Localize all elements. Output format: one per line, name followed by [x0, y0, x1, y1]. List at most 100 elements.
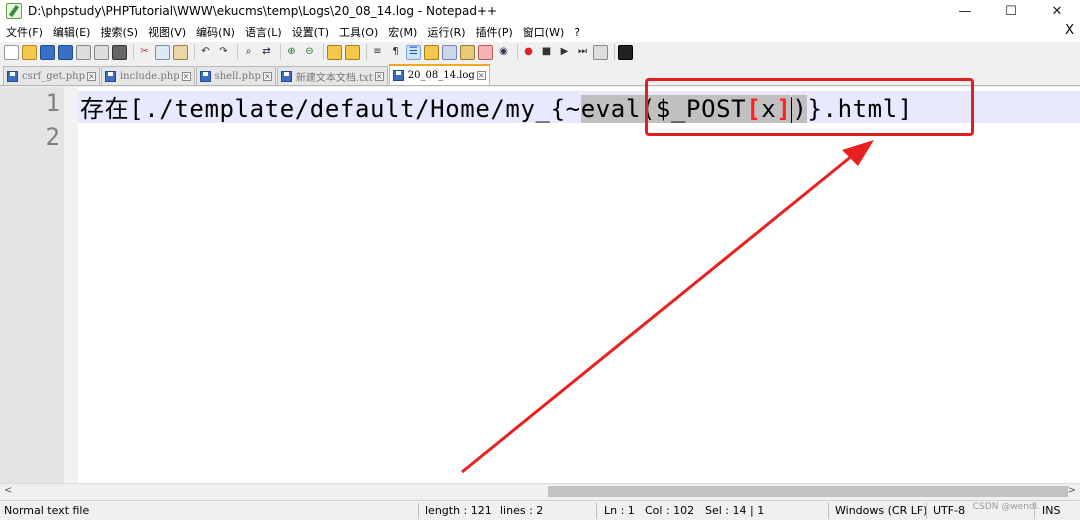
tab-shell[interactable]: shell.php ×	[195, 66, 276, 85]
save-state-icon	[199, 70, 211, 82]
status-eol[interactable]: Windows (CR LF)	[835, 504, 927, 517]
window-title: D:\phpstudy\PHPTutorial\WWW\ekucms\temp\…	[28, 4, 498, 18]
status-selection: Sel : 14 | 1	[705, 504, 765, 517]
tab-label: 20_08_14.log	[407, 70, 475, 81]
close-file-icon[interactable]	[76, 44, 91, 60]
toolbar-separator	[614, 44, 615, 60]
stop-macro-icon[interactable]: ■	[539, 45, 554, 60]
console-icon[interactable]	[618, 44, 633, 60]
zoom-in-icon[interactable]: ⊕	[284, 45, 299, 60]
menu-macro[interactable]: 宏(M)	[382, 24, 421, 40]
tab-include[interactable]: include.php ×	[100, 66, 195, 85]
annotation-highlight-box	[645, 78, 974, 136]
print-icon[interactable]	[112, 44, 127, 60]
tab-close-icon[interactable]: ×	[262, 71, 272, 81]
tab-label: shell.php	[214, 70, 261, 82]
status-divider	[926, 503, 927, 519]
title-bar: D:\phpstudy\PHPTutorial\WWW\ekucms\temp\…	[0, 0, 1080, 22]
open-file-icon[interactable]	[22, 44, 37, 60]
menu-file[interactable]: 文件(F)	[0, 24, 47, 40]
status-column: Col : 102	[645, 504, 695, 517]
tab-label: 新建文本文档.txt	[295, 72, 373, 84]
status-encoding[interactable]: UTF-8	[933, 504, 965, 517]
toolbar-separator	[366, 44, 367, 60]
status-divider	[418, 503, 419, 519]
monitoring-icon[interactable]: ◉	[496, 45, 511, 60]
window-controls: — ☐ ✕	[942, 0, 1080, 22]
menu-language[interactable]: 语言(L)	[239, 24, 286, 40]
save-all-icon[interactable]	[58, 44, 73, 60]
record-macro-icon[interactable]: ●	[521, 45, 536, 60]
minimize-button[interactable]: —	[942, 0, 988, 22]
new-file-icon[interactable]	[4, 44, 19, 60]
line-number: 1	[45, 89, 60, 117]
toolbar-separator	[323, 44, 324, 60]
notepadpp-app-icon	[6, 3, 22, 19]
status-length: length : 121	[425, 504, 492, 517]
play-macro-icon[interactable]: ▶	[557, 45, 572, 60]
tab-new-text-document[interactable]: 新建文本文档.txt ×	[276, 66, 388, 85]
tab-close-icon[interactable]: ×	[374, 71, 384, 81]
tab-close-icon[interactable]: ×	[86, 71, 96, 81]
indent-guide-icon[interactable]: ☰	[406, 44, 421, 60]
maximize-button[interactable]: ☐	[988, 0, 1034, 22]
save-state-icon	[104, 70, 116, 82]
cut-icon[interactable]: ✂	[137, 45, 152, 60]
save-macro-icon[interactable]	[593, 44, 608, 60]
status-bar: Normal text file length : 121 lines : 2 …	[0, 500, 1080, 520]
menu-bar: 文件(F) 编辑(E) 搜索(S) 视图(V) 编码(N) 语言(L) 设置(T…	[0, 22, 1080, 42]
sync-vertical-icon[interactable]	[327, 44, 342, 60]
function-list-icon[interactable]	[460, 44, 475, 60]
zoom-out-icon[interactable]: ⊖	[302, 45, 317, 60]
scroll-thumb[interactable]	[548, 486, 1068, 497]
scroll-left-arrow-icon[interactable]: <	[4, 485, 12, 496]
toolbar-separator	[237, 44, 238, 60]
folder-workspace-icon[interactable]	[478, 44, 493, 60]
undo-icon[interactable]: ↶	[198, 45, 213, 60]
close-window-button[interactable]: ✕	[1034, 0, 1080, 22]
show-all-chars-icon[interactable]: ¶	[388, 45, 403, 60]
menu-run[interactable]: 运行(R)	[421, 24, 469, 40]
tab-close-icon[interactable]: ×	[181, 71, 191, 81]
save-state-icon	[7, 70, 18, 82]
editor-area[interactable]: 1 2 存在[./template/default/Home/my_{~eval…	[0, 87, 1080, 483]
status-lines: lines : 2	[500, 504, 544, 517]
menu-help[interactable]: ?	[568, 26, 584, 39]
close-document-button[interactable]: X	[1065, 23, 1074, 38]
copy-icon[interactable]	[155, 44, 170, 60]
udl-icon[interactable]	[424, 44, 439, 60]
menu-plugins[interactable]: 插件(P)	[470, 24, 517, 40]
tab-csrf-get[interactable]: csrf_get.php ×	[3, 66, 100, 85]
paste-icon[interactable]	[173, 44, 188, 60]
menu-tools[interactable]: 工具(O)	[333, 24, 382, 40]
status-line: Ln : 1	[604, 504, 635, 517]
redo-icon[interactable]: ↷	[216, 45, 231, 60]
menu-window[interactable]: 窗口(W)	[517, 24, 568, 40]
line-number: 2	[45, 123, 60, 151]
replace-icon[interactable]: ⇄	[259, 45, 274, 60]
tab-label: include.php	[119, 70, 180, 82]
close-all-icon[interactable]	[94, 44, 109, 60]
tab-log-active[interactable]: 20_08_14.log ×	[388, 64, 490, 85]
menu-encoding[interactable]: 编码(N)	[190, 24, 239, 40]
code-text: 存在[./template/default/Home/my_{~	[80, 95, 581, 123]
watermark: CSDN @wendl.	[972, 502, 1040, 512]
menu-settings[interactable]: 设置(T)	[286, 24, 333, 40]
run-macro-multiple-icon[interactable]: ⏭	[575, 45, 590, 60]
word-wrap-icon[interactable]: ≡	[370, 45, 385, 60]
horizontal-scrollbar[interactable]: < >	[0, 483, 1080, 499]
tab-close-icon[interactable]: ×	[476, 71, 486, 80]
fold-margin[interactable]	[64, 87, 78, 483]
save-icon[interactable]	[40, 44, 55, 60]
status-insert-mode: INS	[1042, 504, 1061, 517]
toolbar-separator	[517, 44, 518, 60]
find-icon[interactable]: ⌕	[241, 45, 256, 60]
menu-edit[interactable]: 编辑(E)	[47, 24, 95, 40]
sync-horizontal-icon[interactable]	[345, 44, 360, 60]
scroll-right-arrow-icon[interactable]: >	[1068, 485, 1076, 496]
menu-view[interactable]: 视图(V)	[142, 24, 190, 40]
status-divider	[828, 503, 829, 519]
doc-map-icon[interactable]	[442, 44, 457, 60]
toolbar-separator	[280, 44, 281, 60]
menu-search[interactable]: 搜索(S)	[94, 24, 142, 40]
